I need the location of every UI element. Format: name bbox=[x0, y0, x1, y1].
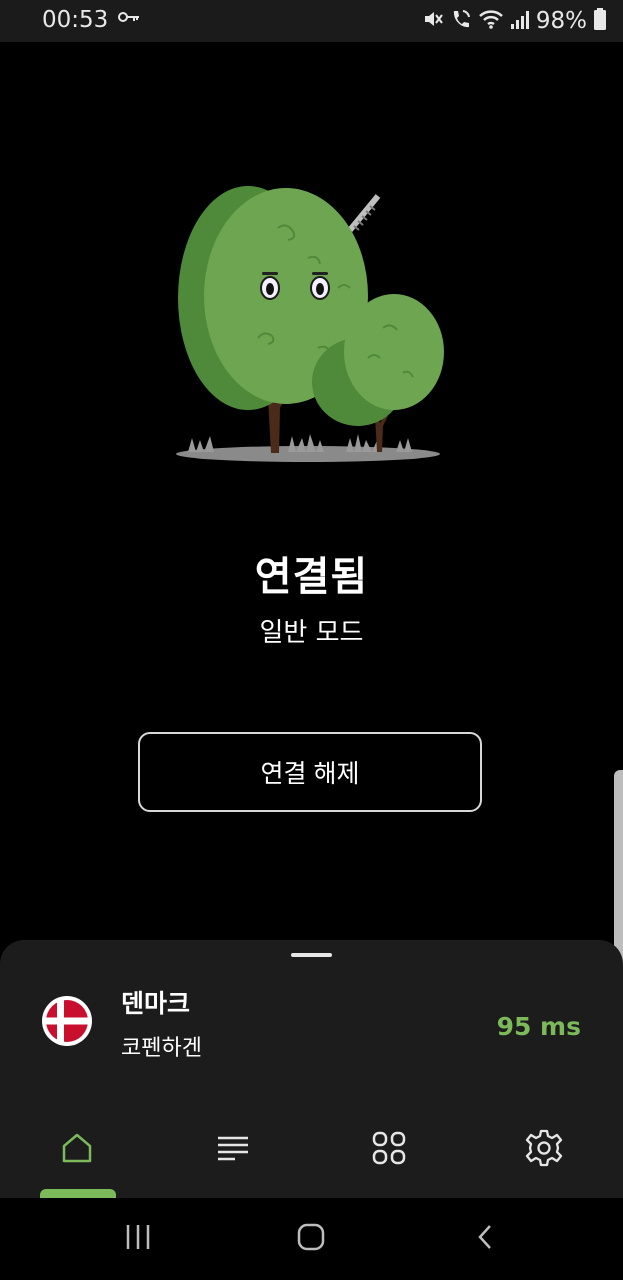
wifi-icon bbox=[478, 8, 504, 34]
connection-status: 연결됨 bbox=[254, 554, 369, 600]
disconnect-button[interactable]: 연결 해제 bbox=[138, 732, 482, 812]
mute-icon bbox=[422, 8, 444, 34]
connection-mode: 일반 모드 bbox=[259, 618, 364, 648]
list-icon bbox=[218, 1136, 248, 1161]
server-city[interactable]: 코펜하겐 bbox=[121, 1030, 202, 1062]
status-bar: 00:53 98% bbox=[0, 0, 623, 42]
signal-icon bbox=[510, 8, 530, 34]
vpn-key-icon bbox=[118, 9, 140, 28]
nav-list-tab[interactable] bbox=[213, 1128, 253, 1168]
status-time: 00:53 bbox=[42, 7, 109, 33]
sheet-drag-handle[interactable] bbox=[291, 953, 332, 957]
nav-home-tab[interactable] bbox=[57, 1128, 97, 1168]
home-icon bbox=[62, 1133, 92, 1163]
apps-grid-icon bbox=[372, 1131, 406, 1165]
nav-settings-tab[interactable] bbox=[524, 1128, 564, 1168]
home-button[interactable] bbox=[296, 1222, 326, 1256]
denmark-flag-icon bbox=[40, 994, 94, 1052]
battery-percent: 98% bbox=[535, 8, 587, 34]
settings-gear-icon bbox=[525, 1129, 563, 1167]
system-nav-bar bbox=[0, 1198, 623, 1280]
recent-apps-button[interactable] bbox=[124, 1222, 152, 1256]
tree-mascot-illustration bbox=[168, 168, 458, 472]
nav-apps-tab[interactable] bbox=[369, 1128, 409, 1168]
back-button[interactable] bbox=[474, 1222, 498, 1256]
server-country[interactable]: 덴마크 bbox=[121, 984, 190, 1020]
ping-latency: 95 ms bbox=[496, 1012, 581, 1041]
battery-icon bbox=[593, 7, 607, 35]
wifi-call-icon bbox=[450, 8, 472, 34]
